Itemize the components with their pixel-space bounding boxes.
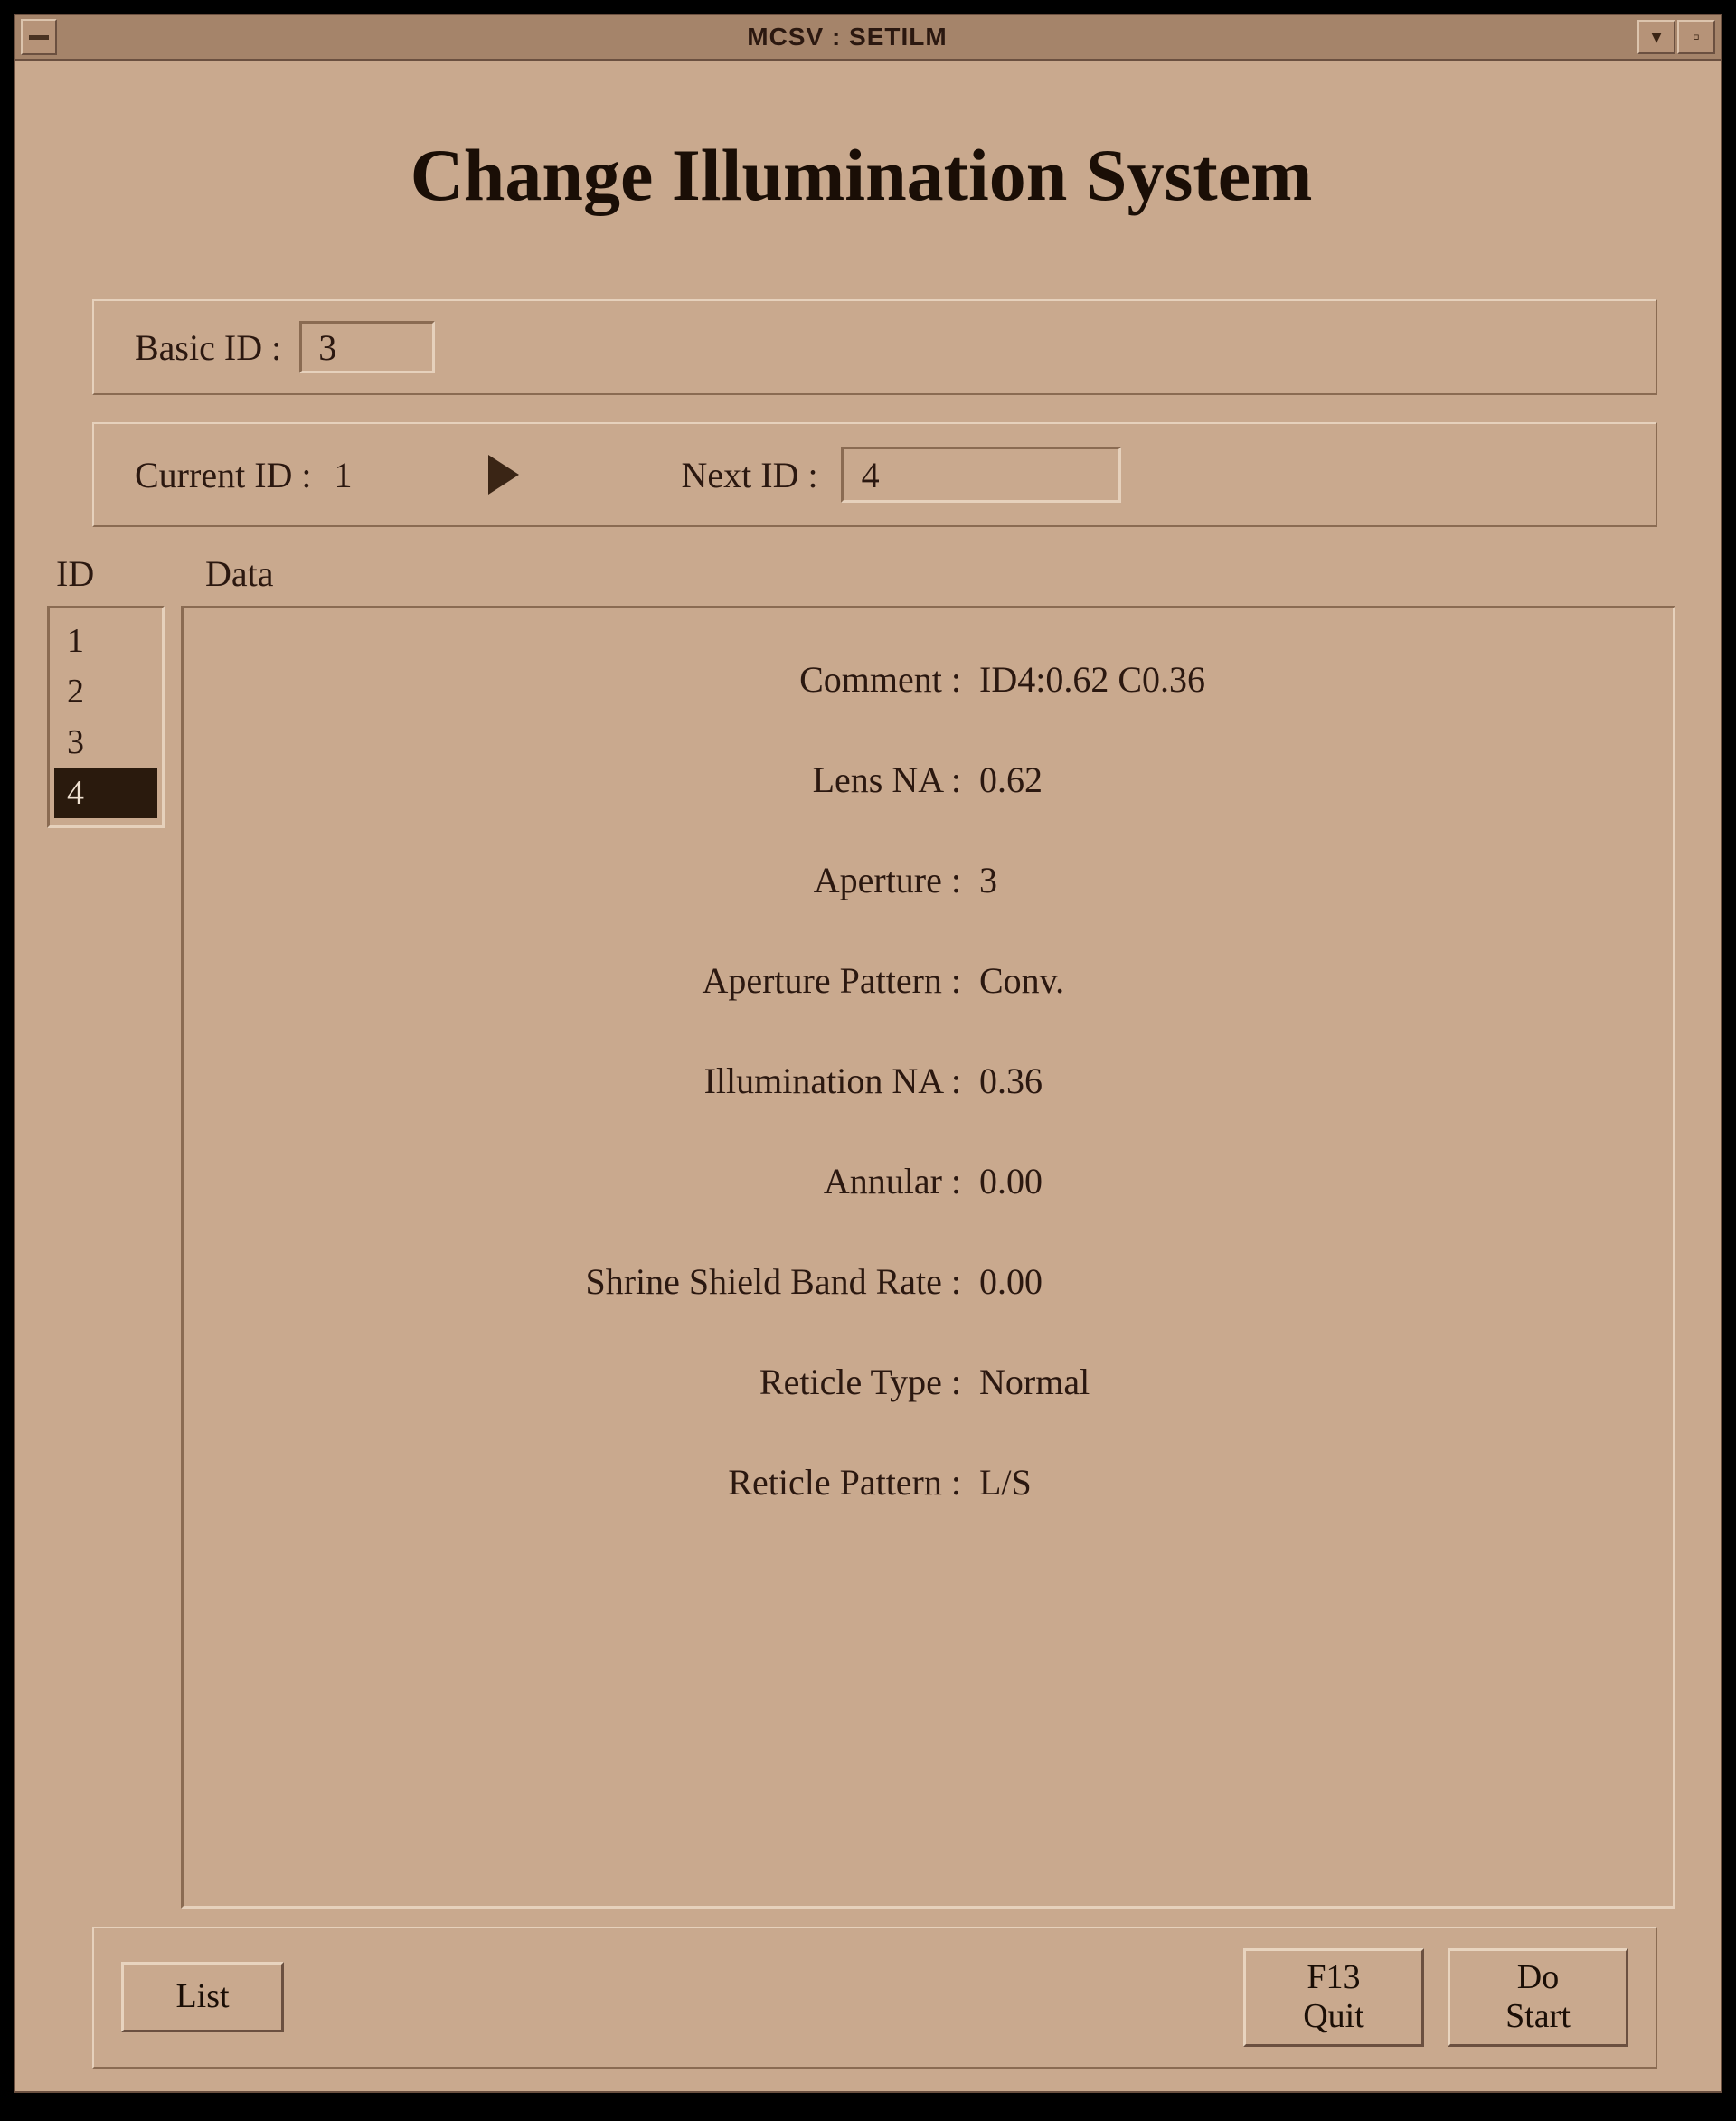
reticle-pattern-label: Reticle Pattern : <box>229 1461 979 1504</box>
basic-id-value: 3 <box>318 326 336 369</box>
basic-id-panel: Basic ID : 3 <box>92 299 1657 395</box>
minimize-button[interactable]: ▾ <box>1637 20 1675 54</box>
aperture-value: 3 <box>979 859 1628 901</box>
shrine-shield-label: Shrine Shield Band Rate : <box>229 1260 979 1303</box>
next-id-value: 4 <box>862 454 880 496</box>
current-next-panel: Current ID : 1 Next ID : 4 <box>92 422 1657 527</box>
data-row-comment: Comment : ID4:0.62 C0.36 <box>229 658 1628 701</box>
aperture-label: Aperture : <box>229 859 979 901</box>
do-button-line2: Start <box>1479 1997 1597 2037</box>
reticle-type-value: Normal <box>979 1361 1628 1403</box>
footer-panel: List F13 Quit Do Start <box>92 1927 1657 2069</box>
next-id-input[interactable]: 4 <box>841 447 1121 503</box>
maximize-icon: ▫ <box>1693 25 1700 49</box>
page-title: Change Illumination System <box>47 133 1675 218</box>
reticle-type-label: Reticle Type : <box>229 1361 979 1403</box>
data-row-aperture: Aperture : 3 <box>229 859 1628 901</box>
data-panel: Comment : ID4:0.62 C0.36 Lens NA : 0.62 … <box>181 606 1675 1909</box>
id-list[interactable]: 1 2 3 4 <box>47 606 165 828</box>
quit-button-line1: F13 <box>1275 1958 1392 1998</box>
data-row-reticle-pattern: Reticle Pattern : L/S <box>229 1461 1628 1504</box>
mcsv-setilm-window: MCSV : SETILM ▾ ▫ Change Illumination Sy… <box>14 14 1722 2093</box>
header-id: ID <box>56 552 205 595</box>
maximize-button[interactable]: ▫ <box>1677 20 1715 54</box>
list-button-label: List <box>175 1977 229 2015</box>
illum-na-label: Illumination NA : <box>229 1060 979 1102</box>
annular-value: 0.00 <box>979 1160 1628 1202</box>
comment-label: Comment : <box>229 658 979 701</box>
window-title: MCSV : SETILM <box>57 23 1637 52</box>
reticle-pattern-value: L/S <box>979 1461 1628 1504</box>
lens-na-value: 0.62 <box>979 759 1628 801</box>
minimize-icon: ▾ <box>1651 25 1661 49</box>
annular-label: Annular : <box>229 1160 979 1202</box>
list-item[interactable]: 1 <box>54 616 157 666</box>
next-id-label: Next ID : <box>682 454 818 496</box>
system-menu-button[interactable] <box>21 19 57 55</box>
minus-icon <box>29 35 49 40</box>
titlebar[interactable]: MCSV : SETILM ▾ ▫ <box>15 15 1721 61</box>
list-item[interactable]: 3 <box>54 717 157 768</box>
play-icon[interactable] <box>488 455 519 495</box>
titlebar-button-group: ▾ ▫ <box>1637 20 1715 54</box>
list-item-selected[interactable]: 4 <box>54 768 157 818</box>
list-button[interactable]: List <box>121 1962 284 2032</box>
data-row-annular: Annular : 0.00 <box>229 1160 1628 1202</box>
quit-button[interactable]: F13 Quit <box>1243 1948 1424 2047</box>
current-id-value: 1 <box>335 454 353 496</box>
data-row-reticle-type: Reticle Type : Normal <box>229 1361 1628 1403</box>
lens-na-label: Lens NA : <box>229 759 979 801</box>
do-button-line1: Do <box>1479 1958 1597 1998</box>
data-row-shrine-shield: Shrine Shield Band Rate : 0.00 <box>229 1260 1628 1303</box>
list-item[interactable]: 2 <box>54 666 157 717</box>
current-id-label: Current ID : <box>135 454 312 496</box>
do-start-button[interactable]: Do Start <box>1448 1948 1628 2047</box>
list-headers: ID Data <box>47 552 1675 595</box>
aperture-pattern-value: Conv. <box>979 959 1628 1002</box>
data-row-aperture-pattern: Aperture Pattern : Conv. <box>229 959 1628 1002</box>
basic-id-label: Basic ID : <box>135 326 281 369</box>
comment-value: ID4:0.62 C0.36 <box>979 658 1628 701</box>
quit-button-line2: Quit <box>1275 1997 1392 2037</box>
data-row-illum-na: Illumination NA : 0.36 <box>229 1060 1628 1102</box>
header-data: Data <box>205 552 274 595</box>
basic-id-input[interactable]: 3 <box>299 321 435 373</box>
aperture-pattern-label: Aperture Pattern : <box>229 959 979 1002</box>
illum-na-value: 0.36 <box>979 1060 1628 1102</box>
data-row-lens-na: Lens NA : 0.62 <box>229 759 1628 801</box>
shrine-shield-value: 0.00 <box>979 1260 1628 1303</box>
